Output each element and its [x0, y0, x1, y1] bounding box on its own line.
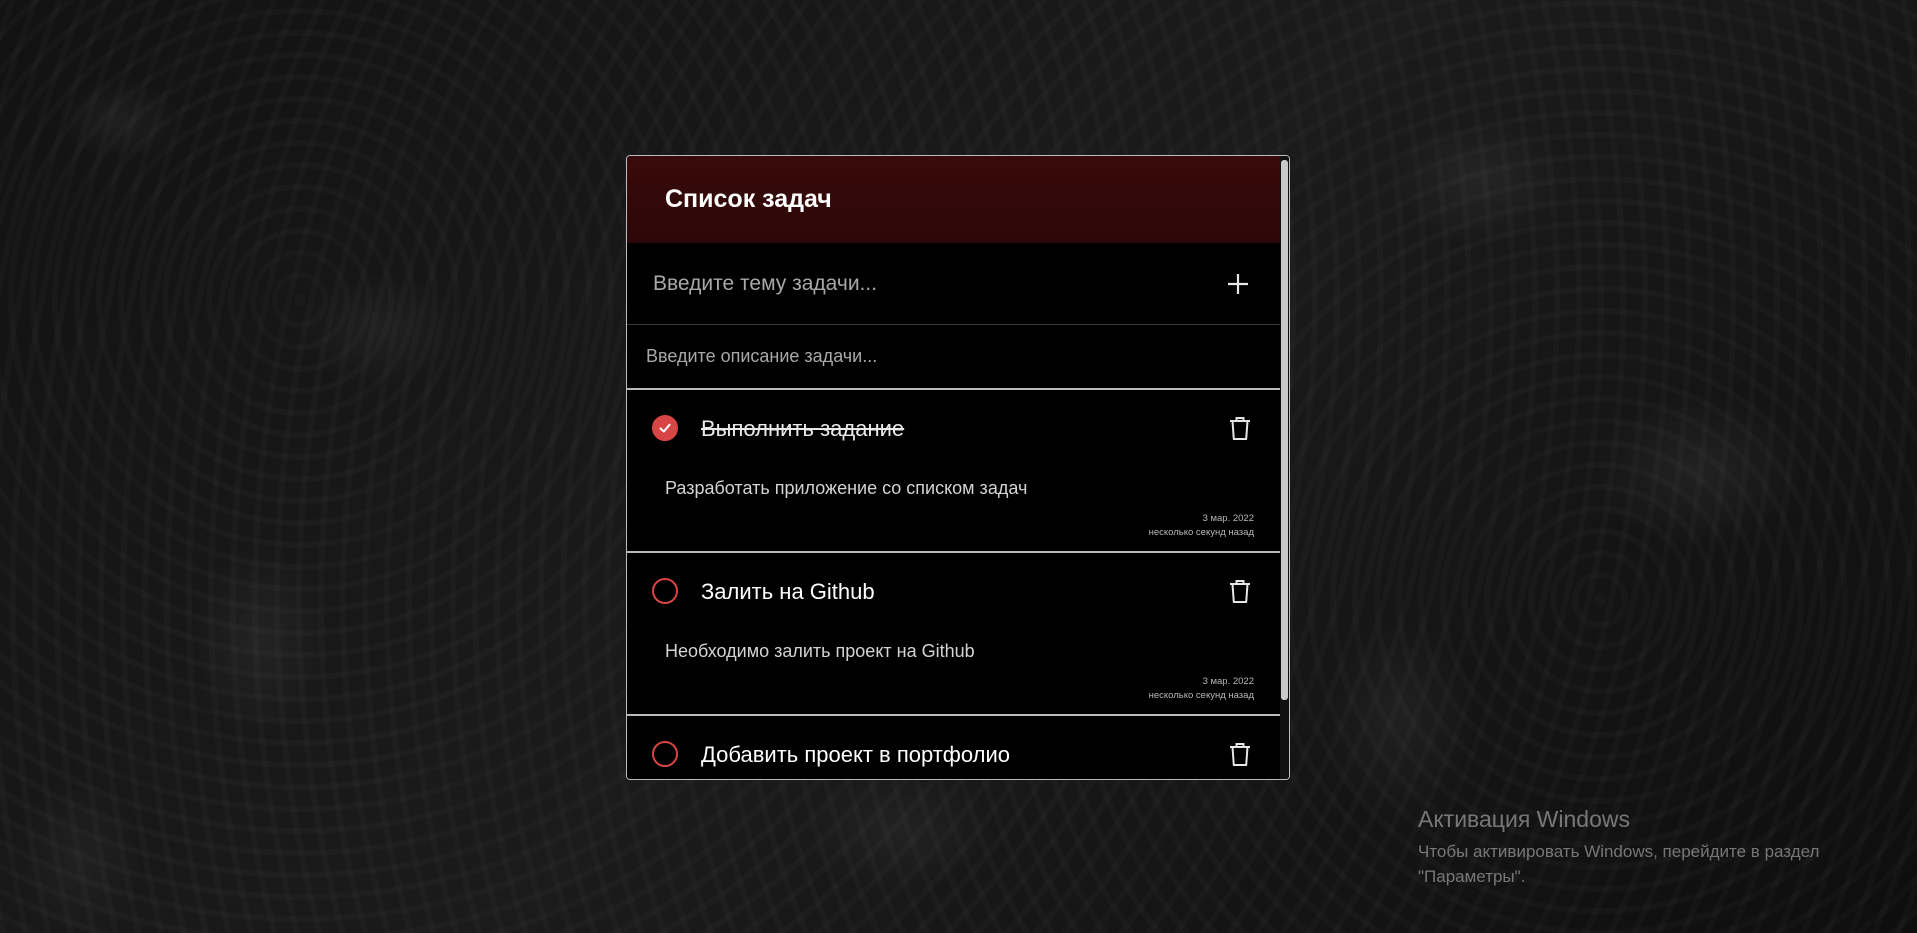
watermark-text: Чтобы активировать Windows, перейдите в …	[1418, 842, 1820, 886]
task-complete-toggle[interactable]	[652, 415, 678, 441]
watermark-title: Активация Windows	[1418, 806, 1630, 832]
task-description-input[interactable]	[627, 335, 1280, 378]
task-complete-toggle[interactable]	[652, 578, 678, 604]
trash-icon	[1230, 417, 1250, 440]
task-item: Залить на Github Необходимо залить проек…	[627, 553, 1280, 716]
task-item: Выполнить задание Разработать приложение…	[627, 390, 1280, 553]
delete-task-button[interactable]	[1226, 577, 1254, 605]
task-relative-time: несколько секунд назад	[1148, 690, 1254, 701]
todo-card: Список задач Выполнить задание	[626, 155, 1290, 780]
add-task-button[interactable]	[1218, 264, 1258, 304]
plus-icon	[1228, 273, 1248, 294]
task-meta: 3 мар. 2022 несколько секунд назад	[1149, 512, 1254, 540]
task-item: Добавить проект в портфолио	[627, 716, 1280, 779]
todo-scroll-area[interactable]: Список задач Выполнить задание	[627, 156, 1280, 779]
title-input-row	[627, 243, 1280, 325]
task-description: Необходимо залить проект на Github	[665, 641, 975, 661]
task-meta: 3 мар. 2022 несколько секунд назад	[1149, 675, 1254, 703]
task-title: Залить на Github	[701, 579, 875, 604]
task-title: Выполнить задание	[701, 416, 905, 441]
task-relative-time: несколько секунд назад	[1148, 527, 1254, 538]
windows-activation-watermark: Активация Windows Чтобы активировать Win…	[1418, 806, 1858, 889]
task-complete-toggle[interactable]	[652, 741, 678, 767]
page-title: Список задач	[665, 185, 832, 213]
trash-icon	[1230, 743, 1250, 766]
scrollbar-thumb[interactable]	[1281, 160, 1288, 700]
description-input-row	[627, 325, 1280, 390]
task-date: 3 мар. 2022	[1202, 513, 1254, 524]
task-description: Разработать приложение со списком задач	[665, 478, 1028, 498]
scrollbar[interactable]	[1280, 156, 1289, 779]
delete-task-button[interactable]	[1226, 740, 1254, 768]
task-title: Добавить проект в портфолио	[701, 742, 1011, 767]
header: Список задач	[627, 156, 1280, 243]
checkmark-icon	[659, 423, 671, 433]
delete-task-button[interactable]	[1226, 414, 1254, 442]
trash-icon	[1230, 580, 1250, 603]
task-title-input[interactable]	[627, 252, 1218, 315]
task-date: 3 мар. 2022	[1202, 676, 1254, 687]
